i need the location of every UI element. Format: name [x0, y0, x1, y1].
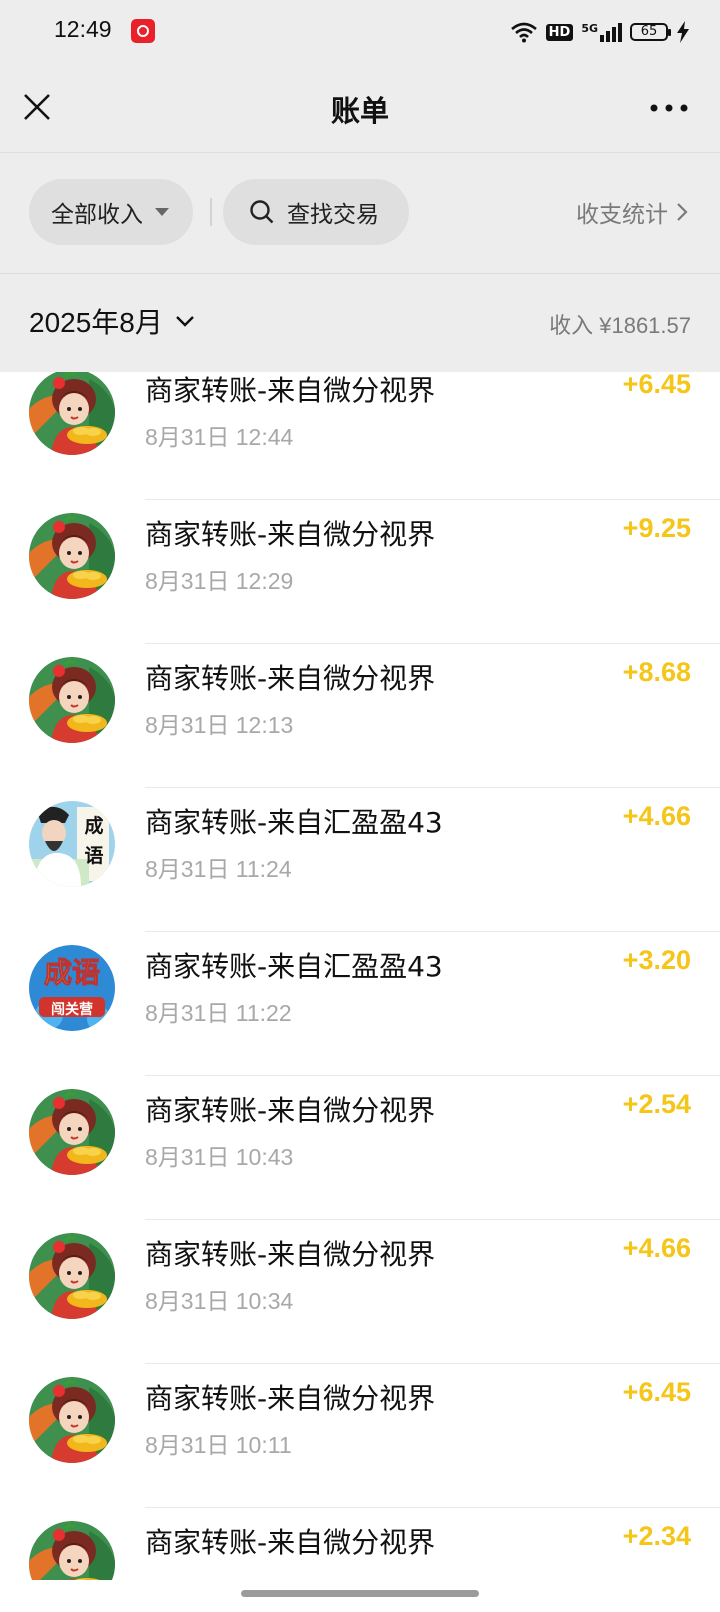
transaction-title: 商家转账-来自微分视界 — [145, 1526, 436, 1559]
transaction-row[interactable]: 商家转账-来自微分视界 +2.34 — [0, 1508, 720, 1580]
battery-icon: 65 — [630, 23, 671, 41]
transaction-amount: +2.34 — [622, 1521, 691, 1551]
signal-icon: 5G — [581, 22, 622, 42]
transaction-amount: +9.25 — [622, 513, 691, 543]
girl-avatar — [29, 657, 115, 743]
transaction-row[interactable]: 商家转账-来自微分视界 8月31日 12:44 +6.45 — [0, 372, 720, 500]
stats-label: 收支统计 — [576, 202, 668, 228]
transaction-title: 商家转账-来自微分视界 — [145, 662, 436, 695]
income-filter-label: 全部收入 — [51, 202, 143, 228]
transaction-amount: +4.66 — [622, 1233, 691, 1263]
avatar-glyph: 语 — [84, 845, 104, 867]
transaction-row[interactable]: 商家转账-来自微分视界 8月31日 10:34 +4.66 — [0, 1220, 720, 1364]
page-title: 账单 — [330, 94, 389, 128]
filter-divider — [210, 198, 212, 226]
transaction-row[interactable]: 商家转账-来自微分视界 8月31日 12:13 +8.68 — [0, 644, 720, 788]
transaction-amount: +6.45 — [622, 372, 691, 399]
month-selector[interactable]: 2025年8月 — [29, 301, 195, 341]
transaction-amount: +8.68 — [622, 657, 691, 687]
transaction-title: 商家转账-来自微分视界 — [145, 1238, 436, 1271]
transaction-row[interactable]: 商家转账-来自微分视界 8月31日 10:43 +2.54 — [0, 1076, 720, 1220]
transaction-title: 商家转账-来自汇盈盈43 — [145, 950, 443, 983]
transaction-row[interactable]: 商家转账-来自微分视界 8月31日 10:11 +6.45 — [0, 1364, 720, 1508]
girl-avatar — [29, 1521, 115, 1580]
girl-avatar — [29, 372, 115, 455]
app-notification-icon — [131, 19, 155, 43]
transaction-amount: +4.66 — [622, 801, 691, 831]
chevron-down-icon — [176, 316, 194, 327]
transaction-time: 8月31日 12:29 — [145, 568, 294, 594]
transaction-list: 商家转账-来自微分视界 8月31日 12:44 +6.45 商家转账-来自微分视界 8… — [0, 372, 720, 1580]
avatar-logo-subtext: 闯关营 — [51, 1002, 93, 1018]
search-transaction-button[interactable]: 查找交易 — [223, 179, 409, 245]
month-label: 2025年8月 — [29, 307, 163, 338]
transaction-time: 8月31日 12:44 — [145, 424, 294, 450]
transaction-time: 8月31日 11:22 — [145, 1000, 292, 1026]
status-icons: HD 5G 65 — [510, 18, 690, 46]
transaction-title: 商家转账-来自微分视界 — [145, 1382, 436, 1415]
home-indicator[interactable] — [241, 1590, 479, 1597]
transaction-row[interactable]: 商家转账-来自微分视界 8月31日 12:29 +9.25 — [0, 500, 720, 644]
girl-avatar — [29, 1233, 115, 1319]
charging-icon — [677, 21, 689, 43]
transaction-row[interactable]: 成语商家转账-来自汇盈盈43 8月31日 11:24 +4.66 — [0, 788, 720, 932]
more-icon[interactable] — [650, 103, 688, 113]
transaction-amount: +6.45 — [622, 1377, 691, 1407]
transaction-amount: +3.20 — [622, 945, 691, 975]
status-bar: 12:49 HD 5G 65 — [0, 0, 720, 64]
transaction-title: 商家转账-来自微分视界 — [145, 374, 436, 407]
girl-avatar — [29, 1377, 115, 1463]
girl-avatar — [29, 1089, 115, 1175]
transaction-title: 商家转账-来自汇盈盈43 — [145, 806, 443, 839]
scholar-avatar: 成语 — [29, 801, 115, 887]
network-type: 5G — [581, 22, 598, 35]
transaction-title: 商家转账-来自微分视界 — [145, 1094, 436, 1127]
avatar-logo-text: 成语 — [43, 956, 100, 990]
search-transaction-label: 查找交易 — [287, 202, 379, 228]
girl-avatar — [29, 513, 115, 599]
month-income-total: 收入 ¥1861.57 — [549, 313, 691, 338]
transaction-title: 商家转账-来自微分视界 — [145, 518, 436, 551]
transaction-row[interactable]: 成语 闯关营 商家转账-来自汇盈盈43 8月31日 11:22 +3.20 — [0, 932, 720, 1076]
avatar-glyph: 成 — [84, 815, 104, 837]
transaction-time: 8月31日 11:24 — [145, 856, 292, 882]
wifi-icon — [510, 22, 537, 43]
transaction-time: 8月31日 10:11 — [145, 1432, 292, 1458]
stats-link[interactable]: 收支统计 — [576, 195, 688, 229]
chevron-right-icon — [677, 203, 688, 221]
search-icon — [250, 200, 274, 224]
income-filter-dropdown[interactable]: 全部收入 — [29, 179, 193, 245]
transaction-time: 8月31日 10:43 — [145, 1144, 294, 1170]
transaction-time: 8月31日 10:34 — [145, 1288, 294, 1314]
transaction-time: 8月31日 12:13 — [145, 712, 294, 738]
hd-badge: HD — [545, 23, 574, 41]
idiom-game-avatar: 成语 闯关营 — [29, 945, 115, 1031]
caret-down-icon — [155, 208, 169, 216]
transaction-amount: +2.54 — [622, 1089, 691, 1119]
status-time: 12:49 — [54, 16, 112, 42]
